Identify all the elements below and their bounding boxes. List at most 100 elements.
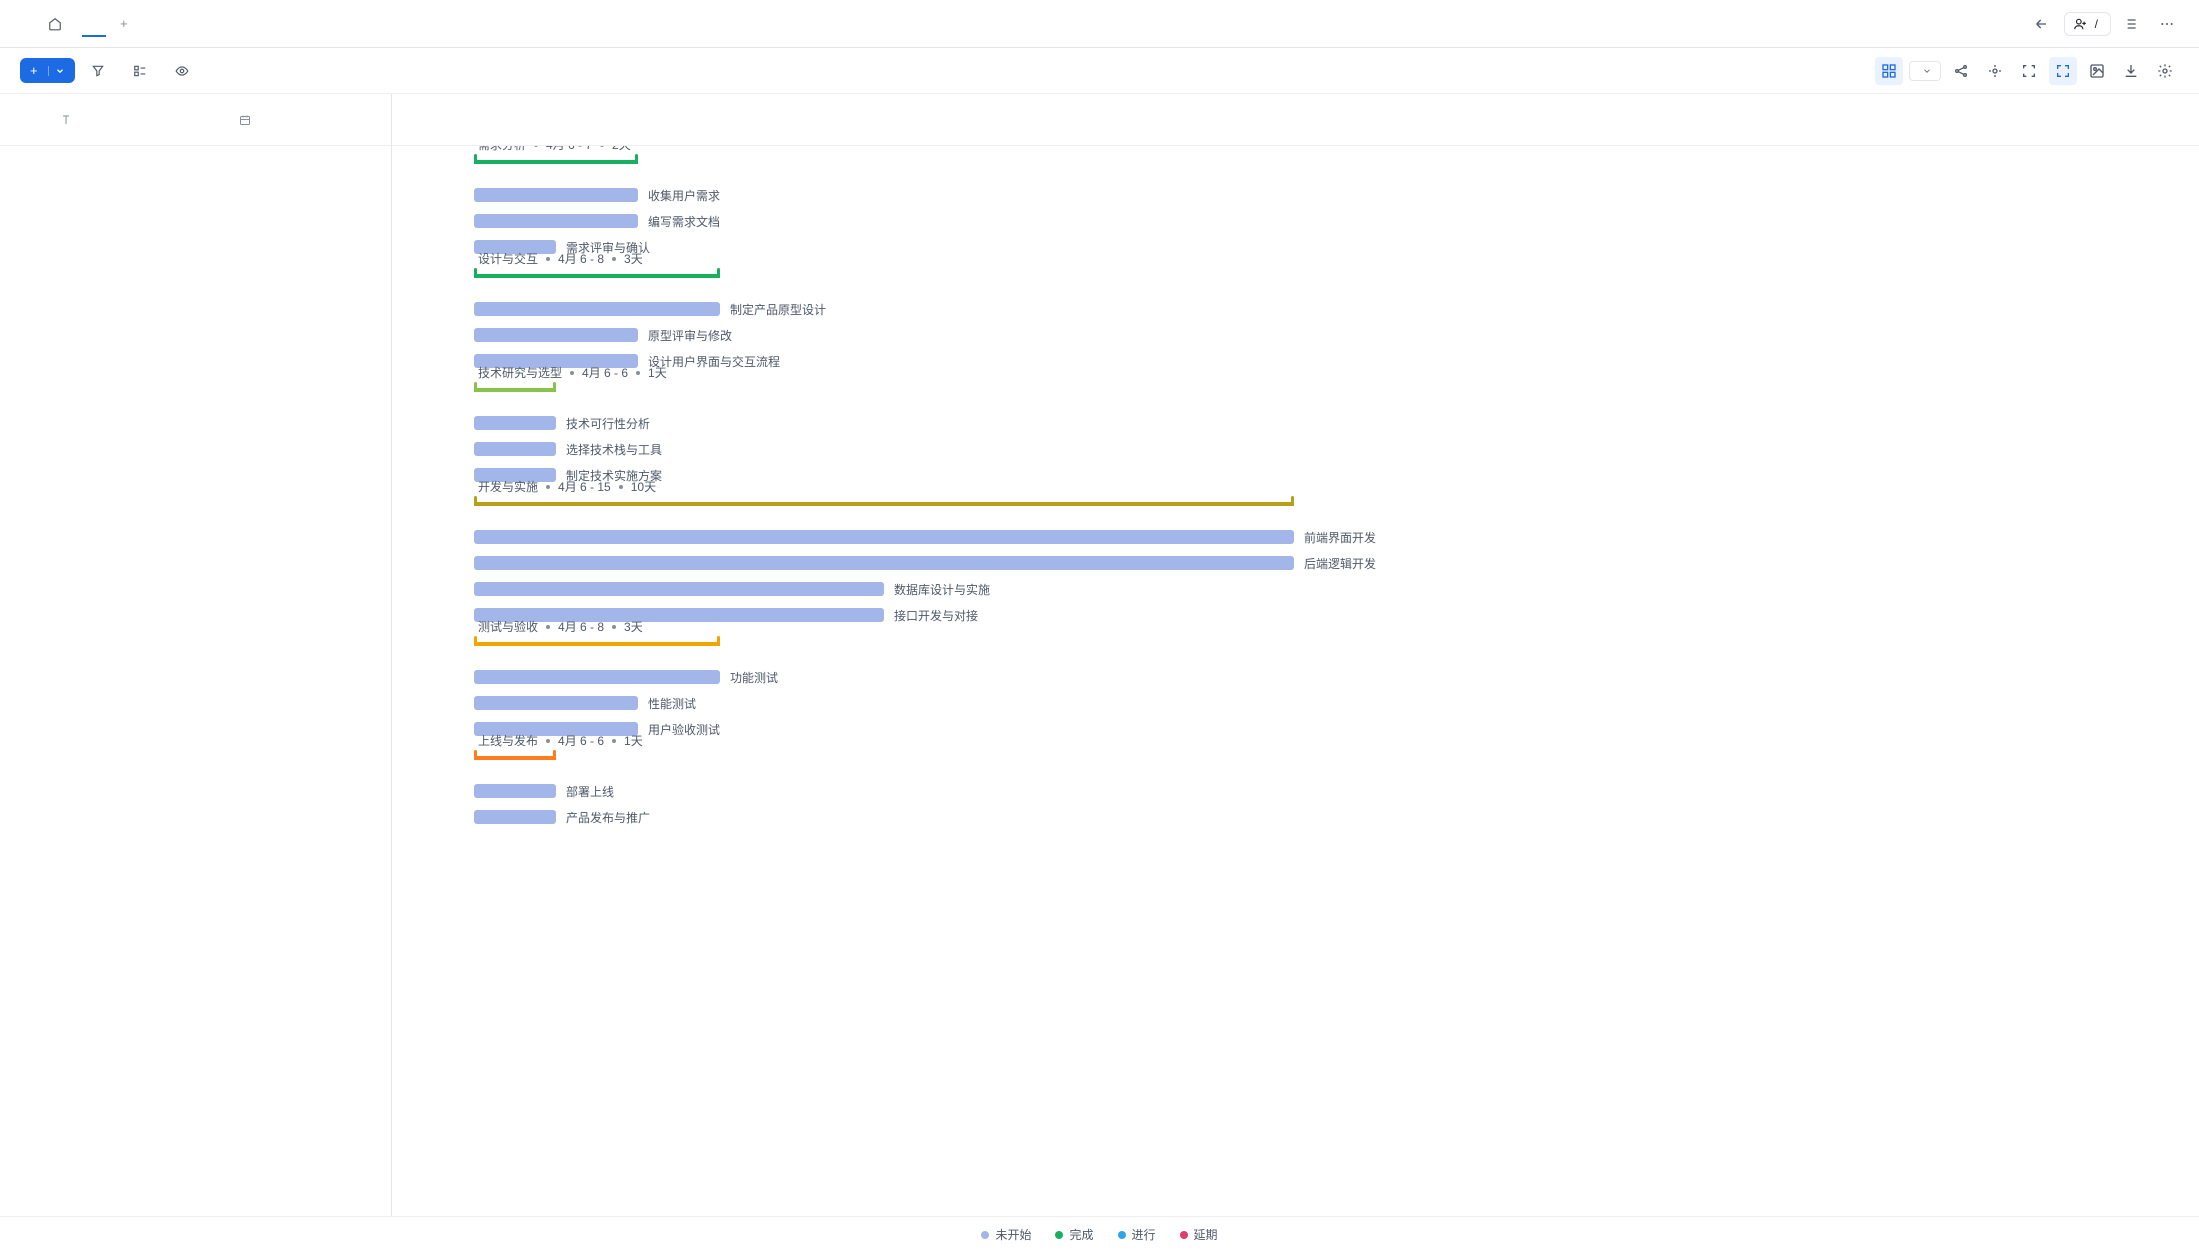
task-bar[interactable]: 后端逻辑开发 [474,556,1294,570]
gear-icon[interactable] [2151,57,2179,85]
task-bar[interactable]: 前端界面开发 [474,530,1294,544]
group-button[interactable] [125,59,159,83]
task-bar[interactable]: 功能测试 [474,670,720,684]
legend-label: 完成 [1069,1226,1093,1243]
gantt-task-row: 前端界面开发 [392,524,2199,550]
gantt-group-row: 需求分析4月 6 - 72天 [392,146,2199,182]
chevron-down-icon[interactable] [48,66,65,76]
gantt-task-row: 技术可行性分析 [392,410,2199,436]
share-nodes-icon[interactable] [1947,57,1975,85]
legend-dot [1180,1231,1188,1239]
legend-item: 进行 [1118,1226,1156,1243]
task-list-panel [0,94,392,1216]
timeline-month [392,94,2199,116]
tab-add-button[interactable]: + [110,10,138,37]
legend-item: 未开始 [981,1226,1031,1243]
tab-gantt[interactable] [82,10,106,37]
tab-task-list[interactable] [36,10,78,37]
fields-button[interactable] [167,59,205,83]
task-bar-label: 接口开发与对接 [894,607,978,624]
filter-button[interactable] [83,59,117,83]
gantt-task-row: 性能测试 [392,690,2199,716]
column-headers [0,94,391,146]
gantt-task-row: 数据库设计与实施 [392,576,2199,602]
gantt-group-label: 设计与交互4月 6 - 83天 [478,250,643,267]
gantt-task-row: 产品发布与推广 [392,804,2199,830]
task-bar[interactable]: 数据库设计与实施 [474,582,884,596]
task-bar-label: 性能测试 [648,695,696,712]
task-bar[interactable]: 技术可行性分析 [474,416,556,430]
task-bar-label: 原型评审与修改 [648,327,732,344]
eye-icon [175,64,189,78]
task-bar[interactable]: 原型评审与修改 [474,328,638,342]
gantt-group-label: 技术研究与选型4月 6 - 61天 [478,364,667,381]
task-bar-label: 用户验收测试 [648,721,720,738]
timeline-days [392,116,2199,146]
gantt-group-row: 测试与验收4月 6 - 83天 [392,628,2199,664]
task-bar[interactable]: 部署上线 [474,784,556,798]
user-plus-icon [2073,17,2087,31]
download-icon[interactable] [2117,57,2145,85]
filter-icon [91,64,105,78]
legend-label: 未开始 [995,1226,1031,1243]
fullscreen-icon[interactable] [2049,57,2077,85]
gantt-body: 需求分析4月 6 - 72天 收集用户需求 编写需求文档 需求评审与确认 设计与… [392,146,2199,830]
task-bar-label: 技术可行性分析 [566,415,650,432]
gantt-task-row: 需求评审与确认 [392,234,2199,260]
task-bar-label: 数据库设计与实施 [894,581,990,598]
legend-item: 完成 [1055,1226,1093,1243]
task-bar[interactable]: 收集用户需求 [474,188,638,202]
task-bar-label: 前端界面开发 [1304,529,1376,546]
text-icon [60,114,72,126]
plus-icon: + [30,63,38,78]
image-icon[interactable] [2083,57,2111,85]
gantt-task-row: 功能测试 [392,664,2199,690]
today-icon[interactable] [1981,57,2009,85]
gantt-group-row: 开发与实施4月 6 - 1510天 [392,488,2199,524]
main: 需求分析4月 6 - 72天 收集用户需求 编写需求文档 需求评审与确认 设计与… [0,94,2199,1216]
layout-mode-icon[interactable] [1875,57,1903,85]
gantt-task-row: 制定技术实施方案 [392,462,2199,488]
add-member-button[interactable]: / [2064,12,2111,36]
task-bar-label: 选择技术栈与工具 [566,441,662,458]
task-bar[interactable]: 制定产品原型设计 [474,302,720,316]
new-button[interactable]: + [20,58,75,83]
legend-item: 延期 [1180,1226,1218,1243]
gantt-panel[interactable]: 需求分析4月 6 - 72天 收集用户需求 编写需求文档 需求评审与确认 设计与… [392,94,2199,1216]
gantt-task-row: 用户验收测试 [392,716,2199,742]
task-bar[interactable]: 性能测试 [474,696,638,710]
gantt-group-label: 测试与验收4月 6 - 83天 [478,618,643,635]
task-bar[interactable]: 选择技术栈与工具 [474,442,556,456]
group-icon [133,64,147,78]
task-bar-label: 编写需求文档 [648,213,720,230]
task-bar-label: 后端逻辑开发 [1304,555,1376,572]
task-bar-label: 设计用户界面与交互流程 [648,353,780,370]
more-icon[interactable] [2155,12,2179,36]
legend-label: 延期 [1194,1226,1218,1243]
gantt-group-row: 设计与交互4月 6 - 83天 [392,260,2199,296]
share-icon[interactable] [2030,12,2054,36]
fit-icon[interactable] [2015,57,2043,85]
gantt-task-row: 收集用户需求 [392,182,2199,208]
settings-list-icon[interactable] [2121,12,2145,36]
gantt-task-row: 选择技术栈与工具 [392,436,2199,462]
gantt-task-row: 部署上线 [392,778,2199,804]
gantt-task-row: 编写需求文档 [392,208,2199,234]
task-bar-label: 产品发布与推广 [566,809,650,826]
calendar-icon [239,114,251,126]
legend-dot [1118,1231,1126,1239]
gantt-group-label: 上线与发布4月 6 - 61天 [478,732,643,749]
timescale-select[interactable] [1909,61,1941,81]
gantt-task-row: 原型评审与修改 [392,322,2199,348]
legend-dot [1055,1231,1063,1239]
chevron-down-icon [1922,66,1932,76]
gantt-task-row: 接口开发与对接 [392,602,2199,628]
task-bar-label: 功能测试 [730,669,778,686]
task-bar[interactable]: 产品发布与推广 [474,810,556,824]
legend-dot [981,1231,989,1239]
view-tabs: + [36,10,138,37]
task-bar[interactable]: 编写需求文档 [474,214,638,228]
task-bar-label: 制定产品原型设计 [730,301,826,318]
gantt-group-row: 上线与发布4月 6 - 61天 [392,742,2199,778]
gantt-task-row: 制定产品原型设计 [392,296,2199,322]
